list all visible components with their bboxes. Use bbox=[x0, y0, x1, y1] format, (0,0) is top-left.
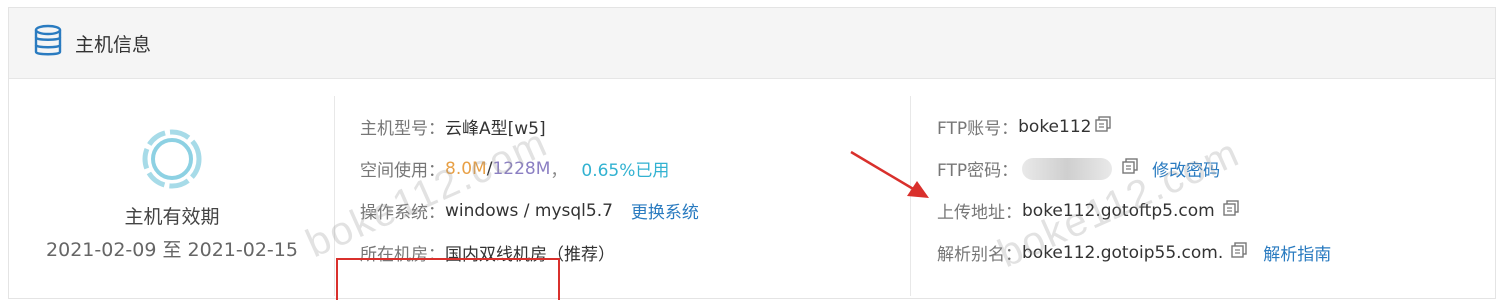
host-model-value: 云峰A型[w5] bbox=[445, 119, 546, 139]
copy-icon[interactable] bbox=[1222, 200, 1239, 221]
os-row: 操作系统： windows / mysql5.7 更换系统 bbox=[360, 198, 699, 224]
os-label: 操作系统： bbox=[360, 203, 445, 223]
database-icon bbox=[33, 24, 63, 62]
host-model-row: 主机型号： 云峰A型[w5] bbox=[360, 114, 546, 139]
copy-icon[interactable] bbox=[1095, 116, 1112, 137]
ftp-account-label: FTP账号： bbox=[937, 119, 1019, 139]
dns-alias-value: boke112.gotoip55.com. bbox=[1022, 242, 1224, 263]
upload-address-label: 上传地址： bbox=[937, 203, 1022, 223]
validity-section: 主机有效期 2021-02-09 至 2021-02-15 bbox=[9, 79, 335, 299]
validity-label: 主机有效期 bbox=[124, 206, 220, 228]
annotation-arrow bbox=[850, 150, 929, 198]
space-usage-row: 空间使用： 8.0M / 1228M ， 0.65%已用 bbox=[360, 156, 670, 182]
space-used-value: 8.0M bbox=[445, 158, 487, 179]
upload-address-row: 上传地址： boke112.gotoftp5.com bbox=[937, 198, 1239, 223]
dns-alias-label: 解析别名： bbox=[937, 245, 1022, 265]
host-model-label: 主机型号： bbox=[360, 119, 445, 139]
copy-icon[interactable] bbox=[1231, 242, 1247, 263]
space-usage-label: 空间使用： bbox=[360, 161, 445, 181]
ftp-password-row: FTP密码： 修改密码 bbox=[937, 156, 1220, 181]
change-os-link[interactable]: 更换系统 bbox=[631, 198, 699, 223]
os-value: windows / mysql5.7 bbox=[445, 200, 613, 221]
ftp-password-label: FTP密码： bbox=[937, 161, 1019, 181]
space-total-value: 1228M bbox=[492, 158, 551, 179]
column-divider bbox=[334, 96, 335, 296]
panel-header: 主机信息 bbox=[9, 8, 1495, 79]
ftp-account-row: FTP账号： boke112 bbox=[937, 114, 1112, 139]
validity-ring-icon bbox=[142, 129, 202, 189]
validity-range: 2021-02-09 至 2021-02-15 bbox=[46, 239, 298, 261]
highlight-box bbox=[336, 258, 560, 300]
space-comma: ， bbox=[550, 161, 568, 181]
upload-address-value: boke112.gotoftp5.com bbox=[1022, 200, 1215, 221]
copy-icon[interactable] bbox=[1122, 158, 1138, 179]
masked-password bbox=[1022, 157, 1113, 180]
space-percent-value: 0.65%已用 bbox=[581, 161, 670, 181]
ftp-account-value: boke112 bbox=[1018, 116, 1092, 137]
dns-alias-row: 解析别名： boke112.gotoip55.com. 解析指南 bbox=[937, 240, 1331, 265]
change-password-link[interactable]: 修改密码 bbox=[1152, 156, 1220, 181]
panel-title: 主机信息 bbox=[75, 33, 152, 56]
dns-guide-link[interactable]: 解析指南 bbox=[1263, 240, 1331, 265]
